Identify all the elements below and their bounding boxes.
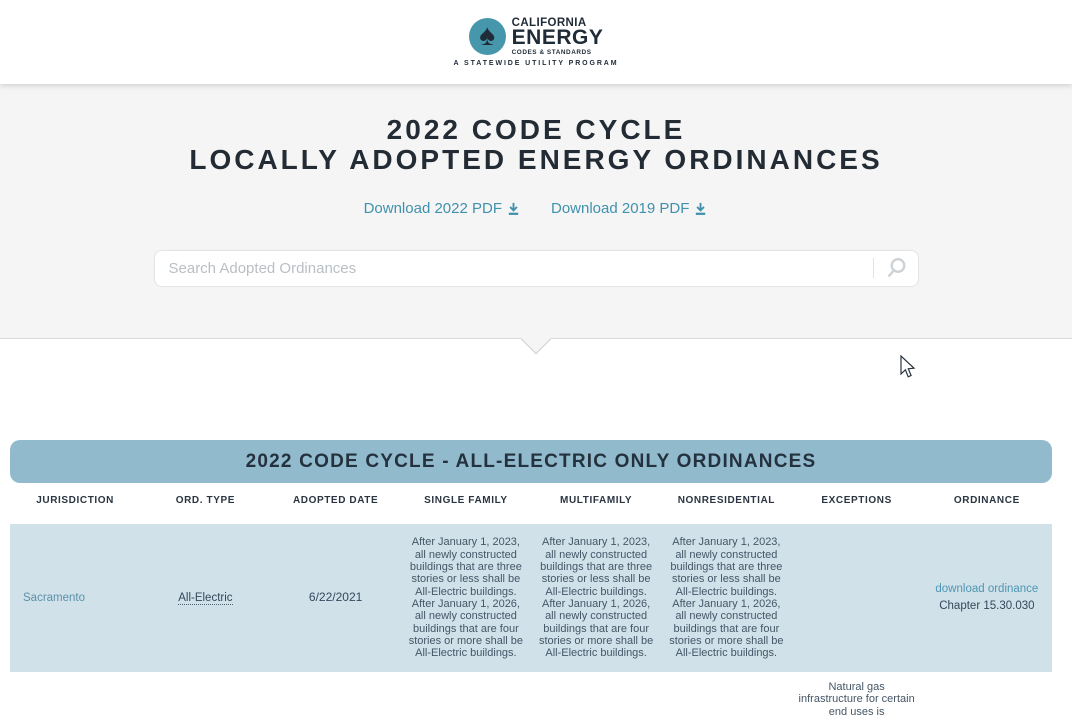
adopted-date-cell: 6/22/2021 [271,591,401,604]
hero-notch-chevron [521,325,551,355]
download-icon [506,201,521,216]
col-header-multifamily: MULTIFAMILY [531,495,661,506]
energy-logo-icon: ♠ [469,18,506,55]
jurisdiction-link[interactable]: Sacramento [10,592,140,605]
col-header-adopted-date: ADOPTED DATE [271,495,401,506]
page-title-line1: 2022 CODE CYCLE [0,115,1072,145]
ordinance-chapter-ref: Chapter 15.30.030 [929,598,1045,615]
download-links: Download 2022 PDF Download 2019 PDF [0,200,1072,217]
search-button[interactable] [874,251,918,286]
logo-text-energy: ENERGY [512,29,604,47]
spade-leaf-icon: ♠ [479,21,495,51]
search-icon [884,256,908,280]
ord-type-cell: All-Electric [140,592,270,605]
col-header-ordinance: ORDINANCE [922,495,1052,506]
table-title-band: 2022 CODE CYCLE - ALL-ELECTRIC ONLY ORDI… [10,440,1052,483]
logo-text-codes-standards: CODES & STANDARDS [512,49,604,56]
download-icon [693,201,708,216]
table-row: Sacramento All-Electric 6/22/2021 After … [10,524,1052,672]
page-title: 2022 CODE CYCLE LOCALLY ADOPTED ENERGY O… [0,84,1072,175]
col-header-exceptions: EXCEPTIONS [792,495,922,506]
logo-tagline: A STATEWIDE UTILITY PROGRAM [454,60,619,67]
search-box [154,250,919,287]
table-title: 2022 CODE CYCLE - ALL-ELECTRIC ONLY ORDI… [246,451,817,473]
nonresidential-cell: After January 1, 2023, all newly constru… [661,536,791,659]
search-input[interactable] [155,251,873,286]
page-title-line2: LOCALLY ADOPTED ENERGY ORDINANCES [0,145,1072,175]
col-header-nonresidential: NONRESIDENTIAL [661,495,791,506]
single-family-cell: After January 1, 2023, all newly constru… [401,536,531,659]
download-2022-pdf-link[interactable]: Download 2022 PDF [364,200,521,217]
exceptions-cell: Natural gas infrastructure for certain e… [792,672,922,718]
page: ♠ CALIFORNIA ENERGY CODES & STANDARDS A … [0,0,1072,718]
table-row: Natural gas infrastructure for certain e… [10,672,1052,718]
mouse-cursor [899,355,916,380]
ordinance-cell: download ordinance Chapter 15.30.030 [922,581,1052,616]
ord-type-tooltip-term[interactable]: All-Electric [178,592,232,605]
site-header: ♠ CALIFORNIA ENERGY CODES & STANDARDS A … [0,0,1072,84]
download-2019-pdf-link[interactable]: Download 2019 PDF [551,200,708,217]
hero-section: 2022 CODE CYCLE LOCALLY ADOPTED ENERGY O… [0,84,1072,339]
col-header-jurisdiction: JURISDICTION [10,495,140,506]
table-header-row: JURISDICTION ORD. TYPE ADOPTED DATE SING… [10,495,1052,506]
col-header-ord-type: ORD. TYPE [140,495,270,506]
multifamily-cell: After January 1, 2023, all newly constru… [531,536,661,659]
col-header-single-family: SINGLE FAMILY [401,495,531,506]
download-ordinance-link[interactable]: download ordinance [929,581,1045,598]
site-logo[interactable]: ♠ CALIFORNIA ENERGY CODES & STANDARDS A … [454,17,619,66]
